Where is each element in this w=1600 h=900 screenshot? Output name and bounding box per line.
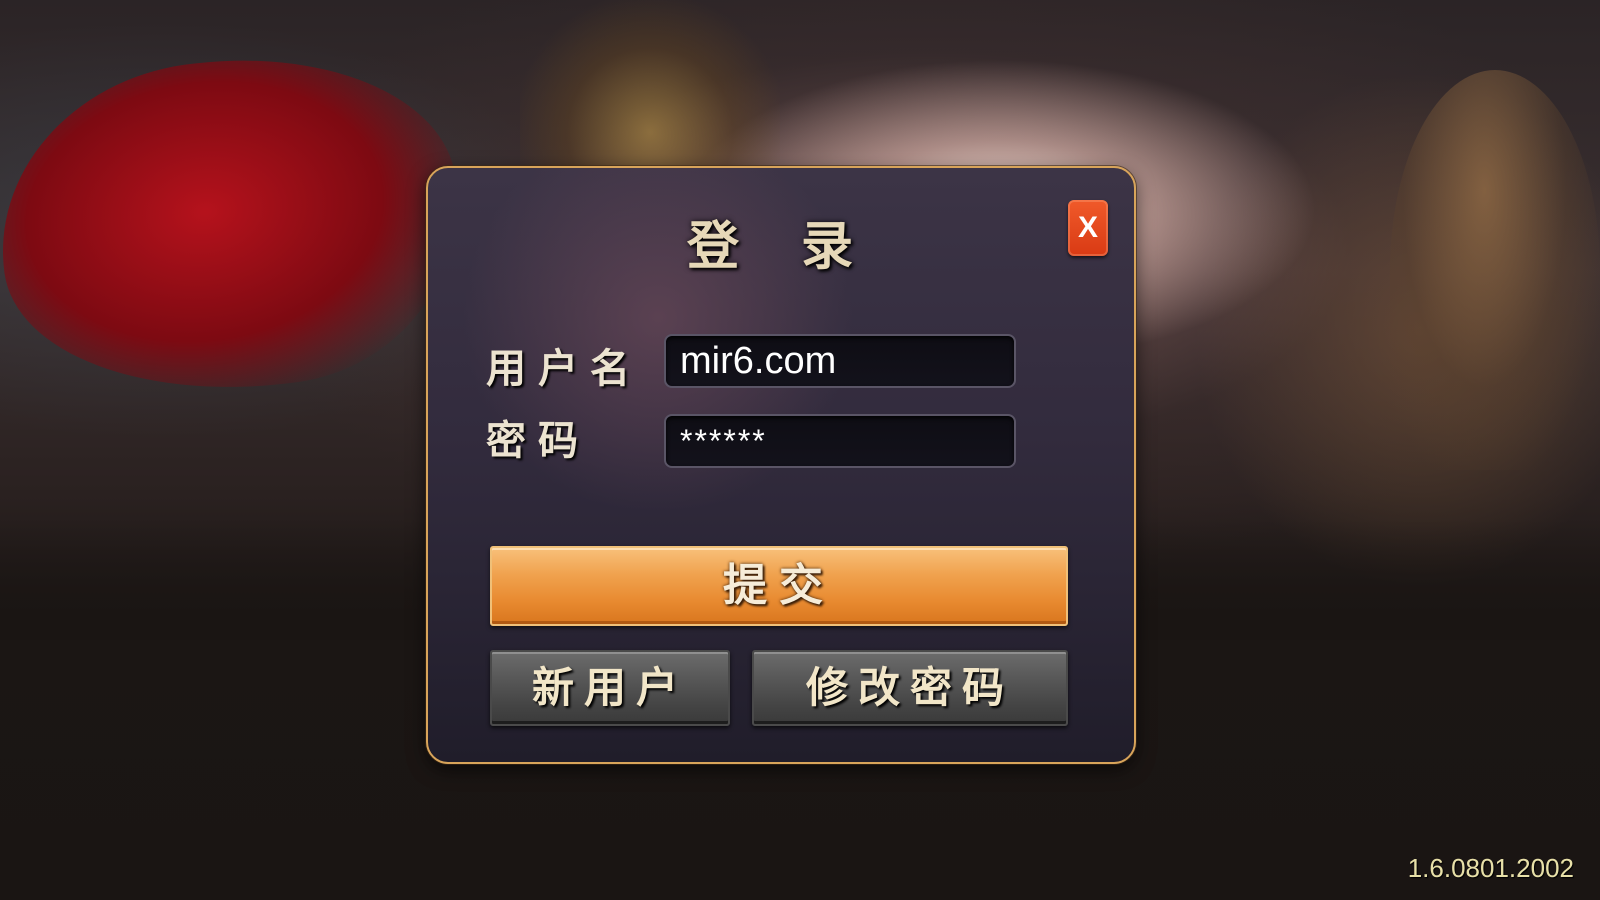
password-field[interactable]: ****** <box>664 414 1016 468</box>
submit-button[interactable]: 提交 <box>490 546 1068 626</box>
red-cloth-artwork <box>0 29 481 421</box>
password-label: 密码 <box>486 417 590 464</box>
close-button[interactable]: X <box>1068 200 1108 256</box>
login-dialog: 登 录 X 用户名 mir6.com 密码 ****** 提交 新用户 修改密码 <box>426 166 1136 764</box>
close-icon: X <box>1077 211 1098 244</box>
change-password-button[interactable]: 修改密码 <box>752 650 1068 726</box>
username-label: 用户名 <box>486 345 642 392</box>
new-user-button[interactable]: 新用户 <box>490 650 730 726</box>
username-field[interactable]: mir6.com <box>664 334 1016 388</box>
game-background: 登 录 X 用户名 mir6.com 密码 ****** 提交 新用户 修改密码… <box>0 0 1600 900</box>
dialog-title: 登 录 <box>686 216 876 277</box>
buddha-statue-artwork <box>1390 70 1600 470</box>
version-label: 1.6.0801.2002 <box>1407 853 1574 883</box>
